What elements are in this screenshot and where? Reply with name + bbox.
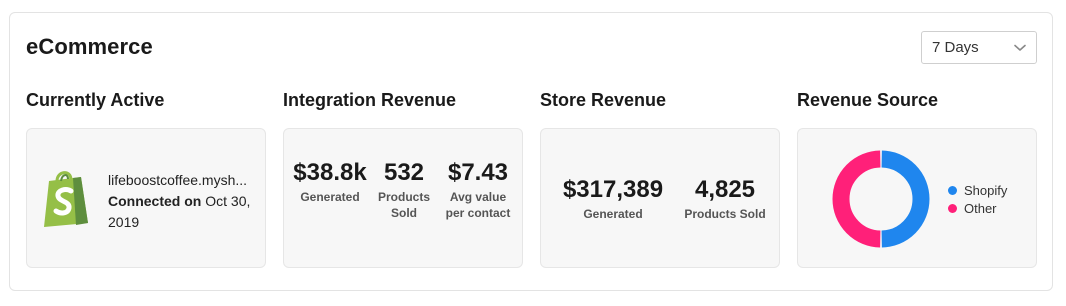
revenue-source-card: Shopify Other (797, 128, 1037, 268)
donut-slice-other (832, 150, 881, 248)
stat-store-generated: $317,389 Generated (553, 176, 673, 222)
section-title-store-revenue: Store Revenue (540, 90, 667, 110)
store-url[interactable]: lifeboostcoffee.mysh... (108, 170, 260, 191)
stat-value: $7.43 (447, 159, 509, 186)
date-range-select[interactable]: 7 Days (921, 31, 1037, 64)
stat-generated: $38.8k Generated (287, 159, 373, 205)
section-title-currently-active: Currently Active (26, 90, 165, 110)
legend-label: Shopify (964, 182, 1008, 198)
stat-value: $38.8k (293, 159, 367, 186)
section-title-integration-revenue: Integration Revenue (283, 90, 457, 110)
stat-label: Generated (300, 190, 360, 204)
donut-slice-shopify (881, 150, 930, 248)
date-range-value: 7 Days (932, 39, 979, 56)
section-title-revenue-source: Revenue Source (797, 90, 939, 110)
stat-label: Avg value per contact (445, 190, 511, 220)
stat-label: Products Sold (684, 207, 766, 221)
chevron-down-icon (1014, 44, 1026, 52)
legend-label: Other (964, 200, 997, 216)
store-revenue-card: $317,389 Generated 4,825 Products Sold (540, 128, 780, 268)
integration-revenue-card: $38.8k Generated 532 Products Sold $7.43… (283, 128, 523, 268)
connection-status: Connected on Oct 30, 2019 (108, 191, 263, 233)
currently-active-card: lifeboostcoffee.mysh... Connected on Oct… (26, 128, 266, 268)
stat-value: 532 (383, 159, 425, 186)
shopify-logo-icon (41, 167, 93, 232)
stat-label: Generated (583, 207, 643, 221)
legend-item-other: Other (948, 199, 1007, 217)
page-title: eCommerce (26, 34, 153, 59)
stat-value: $317,389 (562, 176, 664, 203)
connected-label: Connected on (108, 193, 202, 209)
revenue-source-legend: Shopify Other (948, 181, 1007, 217)
stat-store-products-sold: 4,825 Products Sold (679, 176, 771, 222)
legend-dot (948, 185, 957, 195)
revenue-source-donut-chart (832, 150, 930, 248)
legend-item-shopify: Shopify (948, 181, 1007, 199)
stat-value: 4,825 (694, 176, 756, 203)
stat-products-sold: 532 Products Sold (372, 159, 436, 221)
legend-dot (948, 203, 957, 213)
stat-label: Products Sold (377, 190, 430, 220)
stat-avg-value: $7.43 Avg value per contact (441, 159, 515, 221)
